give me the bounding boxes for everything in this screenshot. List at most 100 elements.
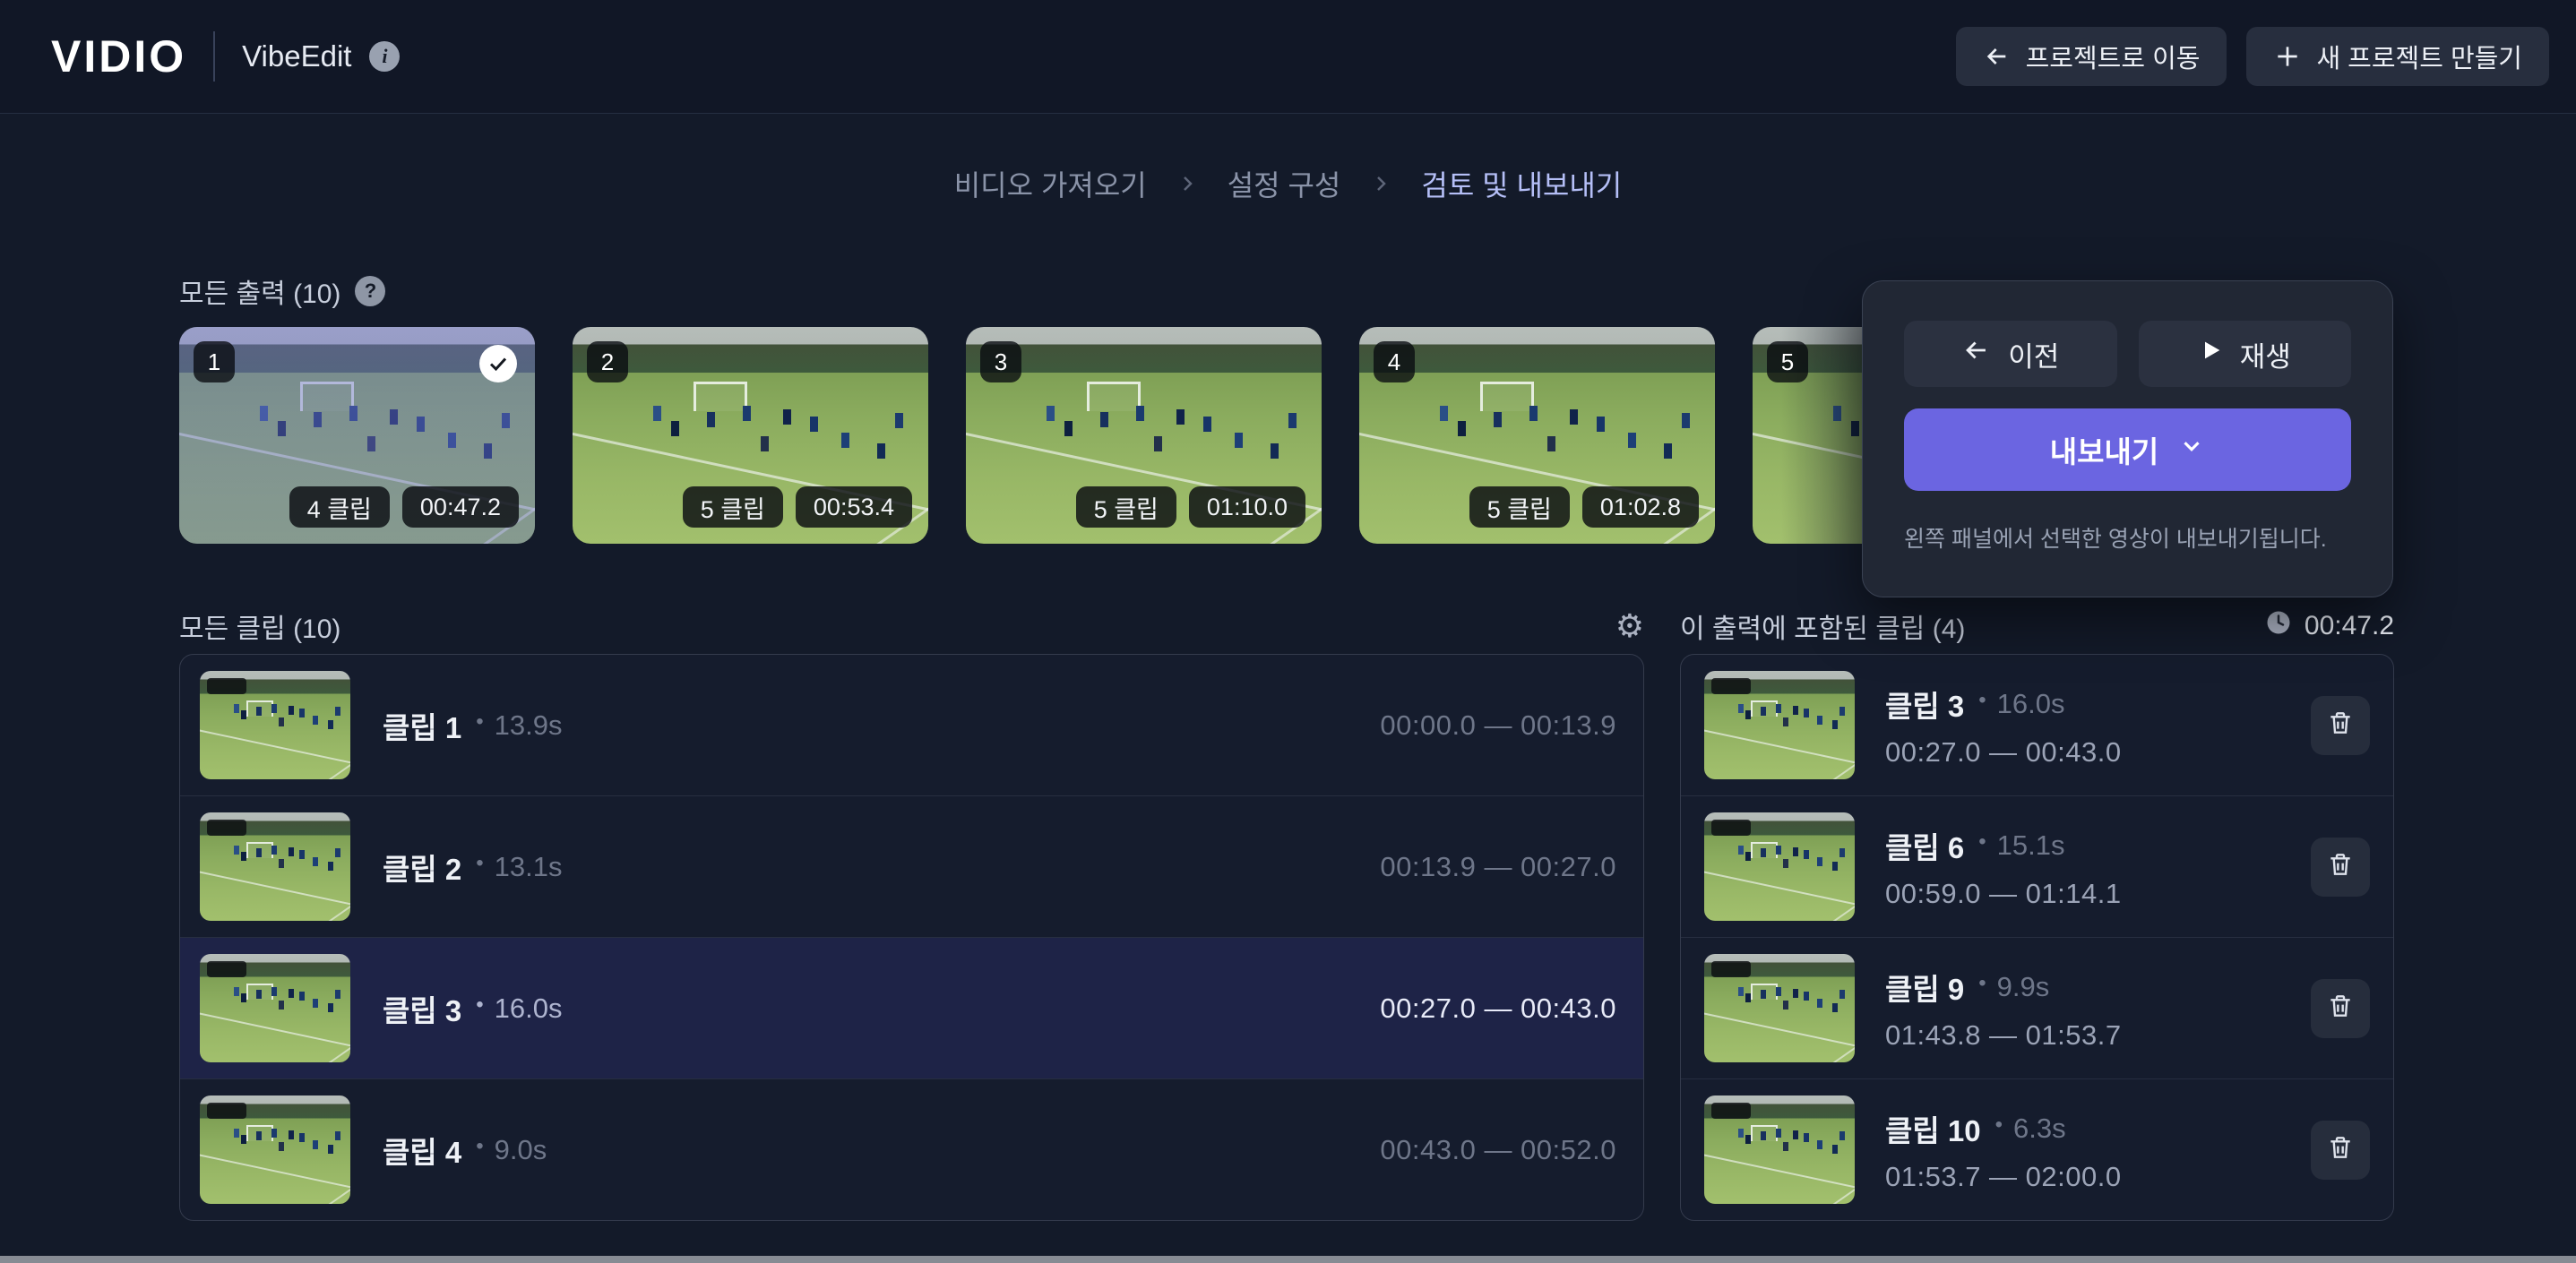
output-thumbnail-4[interactable]: 4 5 클립 01:02.8: [1359, 327, 1715, 544]
clip-duration: 9.0s: [495, 1134, 547, 1166]
clip-row-1[interactable]: 클립 1 • 13.9s 00:00.0 — 00:13.9: [180, 655, 1643, 796]
top-bar: VIDIO VibeEdit i 프로젝트로 이동 새 프로젝트 만들기: [0, 0, 2576, 114]
clip-duration: 13.9s: [495, 709, 563, 742]
duration-badge: 00:53.4: [796, 486, 912, 528]
clip-time-range: 01:43.8 — 01:53.7: [1885, 1019, 2122, 1052]
timestamp-chip: [207, 820, 246, 836]
timestamp-chip: [1711, 678, 1751, 694]
clip-lists: 모든 클립 (10) ⚙ 클립 1 • 13.9s 00:00.0 — 00:1…: [179, 607, 2394, 1221]
trash-icon: [2326, 1133, 2355, 1166]
clip-name: 클립 2: [383, 846, 461, 889]
vidio-logo: VIDIO: [51, 30, 186, 82]
clip-thumbnail: [200, 954, 350, 1062]
bullet-separator: •: [476, 851, 483, 876]
output-number-badge: 4: [1374, 341, 1415, 382]
output-thumbnail-3[interactable]: 3 5 클립 01:10.0: [966, 327, 1322, 544]
output-thumbnail-2[interactable]: 2 5 클립 00:53.4: [573, 327, 928, 544]
clip-count-badge: 5 클립: [1469, 486, 1570, 528]
delete-clip-button[interactable]: [2311, 1121, 2370, 1180]
previous-button[interactable]: 이전: [1904, 321, 2117, 387]
output-clips-list: 클립 3 • 16.0s 00:27.0 — 00:43.0: [1680, 654, 2394, 1221]
delete-clip-button[interactable]: [2311, 696, 2370, 755]
delete-clip-button[interactable]: [2311, 979, 2370, 1038]
new-project-button[interactable]: 새 프로젝트 만들기: [2246, 27, 2549, 86]
clip-duration: 13.1s: [495, 851, 563, 883]
total-duration: 00:47.2: [2305, 611, 2394, 641]
clip-name: 클립 10: [1885, 1107, 1981, 1150]
timestamp-chip: [1711, 1103, 1751, 1119]
play-button[interactable]: 재생: [2139, 321, 2352, 387]
help-icon[interactable]: ?: [355, 276, 385, 306]
arrow-left-icon: [1961, 335, 1992, 373]
arrow-left-icon: [1983, 42, 2012, 71]
clip-row-2[interactable]: 클립 2 • 13.1s 00:13.9 — 00:27.0: [180, 796, 1643, 938]
duration-badge: 00:47.2: [402, 486, 519, 528]
info-icon[interactable]: i: [369, 41, 400, 72]
chevron-down-icon: [2178, 433, 2205, 467]
clip-thumbnail: [1704, 812, 1855, 921]
clip-name: 클립 3: [1885, 683, 1964, 726]
clip-time-range: 00:59.0 — 01:14.1: [1885, 878, 2122, 910]
breadcrumb: 비디오 가져오기 설정 구성 검토 및 내보내기: [0, 163, 2576, 204]
export-panel: 이전 재생 내보내기 왼쪽 패널에서 선택한 영상이 내보내기됩니다.: [1862, 280, 2393, 597]
output-clip-row-1[interactable]: 클립 3 • 16.0s 00:27.0 — 00:43.0: [1681, 655, 2393, 796]
output-clip-row-3[interactable]: 클립 9 • 9.9s 01:43.8 — 01:53.7: [1681, 938, 2393, 1079]
clip-thumbnail: [200, 1095, 350, 1204]
new-project-label: 새 프로젝트 만들기: [2316, 38, 2522, 75]
chevron-right-icon: [1371, 168, 1391, 201]
bullet-separator: •: [1978, 688, 1986, 713]
clock-icon: [2265, 609, 2292, 643]
bullet-separator: •: [1995, 1113, 2003, 1138]
trash-icon: [2326, 709, 2355, 742]
clip-time-range: 01:53.7 — 02:00.0: [1885, 1161, 2122, 1193]
outputs-title: 모든 출력 (10): [179, 271, 340, 311]
clip-time-range: 00:43.0 — 00:52.0: [1380, 1134, 1616, 1166]
all-clips-list: 클립 1 • 13.9s 00:00.0 — 00:13.9 클립 2 • 13…: [179, 654, 1644, 1221]
gear-icon[interactable]: ⚙: [1615, 610, 1644, 642]
play-icon: [2199, 338, 2224, 370]
delete-clip-button[interactable]: [2311, 838, 2370, 897]
timestamp-chip: [1711, 820, 1751, 836]
clip-name: 클립 1: [383, 704, 461, 747]
timestamp-chip: [1711, 961, 1751, 977]
output-clip-row-2[interactable]: 클립 6 • 15.1s 00:59.0 — 01:14.1: [1681, 796, 2393, 938]
clip-thumbnail: [1704, 1095, 1855, 1204]
chevron-right-icon: [1177, 168, 1197, 201]
clip-name: 클립 9: [1885, 966, 1964, 1009]
go-to-projects-button[interactable]: 프로젝트로 이동: [1956, 27, 2227, 86]
clip-row-3-selected[interactable]: 클립 3 • 16.0s 00:27.0 — 00:43.0: [180, 938, 1643, 1079]
app-title: VibeEdit: [242, 39, 351, 73]
bullet-separator: •: [1978, 829, 1986, 855]
export-button[interactable]: 내보내기: [1904, 408, 2351, 491]
timestamp-chip: [207, 1103, 246, 1119]
export-note: 왼쪽 패널에서 선택한 영상이 내보내기됩니다.: [1904, 521, 2351, 554]
output-clips-column: 이 출력에 포함된 클립 (4) 00:47.2 클립 3 • 16.: [1680, 607, 2394, 1221]
clip-duration: 15.1s: [1997, 829, 2065, 862]
step-configure-settings[interactable]: 설정 구성: [1228, 163, 1341, 204]
bullet-separator: •: [1978, 971, 1986, 996]
clip-name: 클립 6: [1885, 824, 1964, 867]
output-thumbnail-1[interactable]: 1 4 클립 00:47.2: [179, 327, 535, 544]
plus-icon: [2273, 42, 2302, 71]
step-review-export[interactable]: 검토 및 내보내기: [1421, 163, 1622, 204]
clip-count-badge: 4 클립: [289, 486, 390, 528]
clip-row-4[interactable]: 클립 4 • 9.0s 00:43.0 — 00:52.0: [180, 1079, 1643, 1220]
output-clip-row-4[interactable]: 클립 10 • 6.3s 01:53.7 — 02:00.0: [1681, 1079, 2393, 1220]
output-number-badge: 5: [1767, 341, 1808, 382]
bullet-separator: •: [476, 709, 483, 735]
output-number-badge: 1: [194, 341, 235, 382]
clip-duration: 16.0s: [1997, 688, 2065, 720]
trash-icon: [2326, 992, 2355, 1025]
horizontal-scrollbar[interactable]: [0, 1256, 2576, 1263]
check-icon[interactable]: [479, 345, 517, 382]
clip-count-badge: 5 클립: [683, 486, 783, 528]
step-import-video[interactable]: 비디오 가져오기: [954, 163, 1147, 204]
clip-thumbnail: [1704, 954, 1855, 1062]
clip-thumbnail: [200, 812, 350, 921]
clip-duration: 9.9s: [1997, 971, 2050, 1003]
timestamp-chip: [207, 678, 246, 694]
clip-duration: 16.0s: [495, 992, 563, 1025]
clip-name: 클립 3: [383, 987, 461, 1030]
duration-badge: 01:02.8: [1582, 486, 1699, 528]
output-number-badge: 3: [980, 341, 1021, 382]
